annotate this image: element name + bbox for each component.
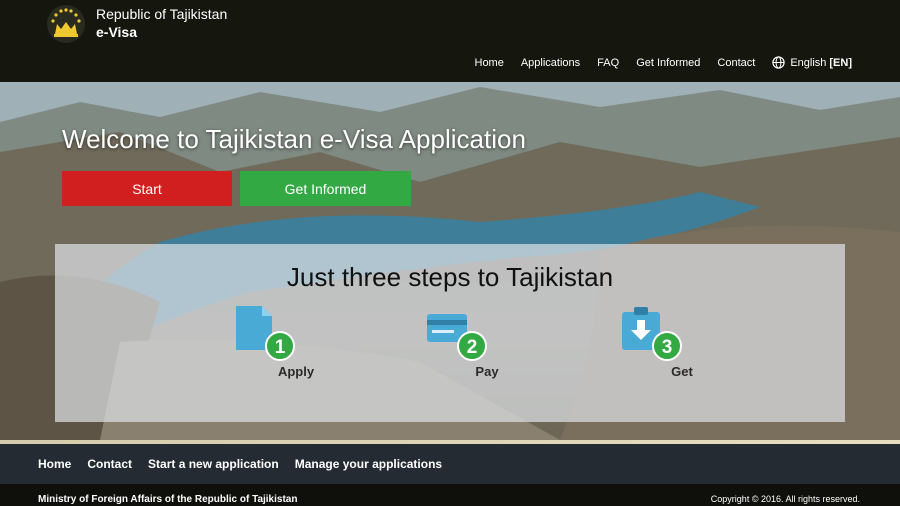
footer-link-home[interactable]: Home bbox=[38, 457, 71, 471]
step-get[interactable]: 3 Get bbox=[622, 306, 742, 386]
step-apply[interactable]: 1 Apply bbox=[236, 306, 356, 386]
hero-title: Welcome to Tajikistan e-Visa Application bbox=[62, 124, 526, 154]
footer-link-manage-applications[interactable]: Manage your applications bbox=[295, 457, 442, 471]
nav-home[interactable]: Home bbox=[475, 57, 504, 69]
steps-panel: Just three steps to Tajikistan 1 Apply 2… bbox=[55, 244, 845, 422]
get-informed-button[interactable]: Get Informed bbox=[240, 171, 411, 206]
clipboard-download-icon: 3 bbox=[622, 307, 682, 361]
step-number-2: 2 bbox=[467, 337, 478, 358]
nav-contact[interactable]: Contact bbox=[717, 57, 755, 69]
start-button[interactable]: Start bbox=[62, 171, 232, 206]
step-label-apply: Apply bbox=[277, 364, 315, 379]
footer-link-contact[interactable]: Contact bbox=[87, 457, 132, 471]
logo-country: Republic of Tajikistan bbox=[96, 6, 228, 22]
step-number-1: 1 bbox=[275, 337, 286, 358]
nav-faq[interactable]: FAQ bbox=[597, 57, 619, 69]
copyright-text: Copyright © 2016. All rights reserved. bbox=[710, 494, 860, 504]
footer-nav: Home Contact Start a new application Man… bbox=[0, 444, 900, 484]
ministry-text: Ministry of Foreign Affairs of the Repub… bbox=[38, 494, 298, 505]
credit-card-icon: 2 bbox=[427, 314, 487, 361]
top-nav: Home Applications FAQ Get Informed Conta… bbox=[458, 56, 852, 69]
step-number-3: 3 bbox=[662, 337, 673, 358]
language-code: [EN] bbox=[829, 56, 852, 69]
step-label-pay: Pay bbox=[475, 364, 499, 379]
bottom-bar: Ministry of Foreign Affairs of the Repub… bbox=[0, 484, 900, 506]
language-name: English bbox=[790, 56, 827, 69]
hero-banner: Welcome to Tajikistan e-Visa Application… bbox=[0, 82, 900, 440]
document-icon: 1 bbox=[236, 306, 295, 361]
step-pay[interactable]: 2 Pay bbox=[427, 306, 547, 386]
logo-product: e-Visa bbox=[96, 24, 137, 40]
emblem-icon[interactable] bbox=[44, 4, 88, 44]
nav-get-informed[interactable]: Get Informed bbox=[636, 57, 700, 69]
globe-icon bbox=[772, 56, 785, 69]
site-header: Republic of Tajikistan e-Visa Home Appli… bbox=[0, 0, 900, 82]
language-selector[interactable]: English [EN] bbox=[772, 56, 852, 69]
step-label-get: Get bbox=[671, 364, 693, 379]
steps-title: Just three steps to Tajikistan bbox=[286, 262, 614, 292]
footer-link-new-application[interactable]: Start a new application bbox=[148, 457, 279, 471]
nav-applications[interactable]: Applications bbox=[521, 57, 580, 69]
